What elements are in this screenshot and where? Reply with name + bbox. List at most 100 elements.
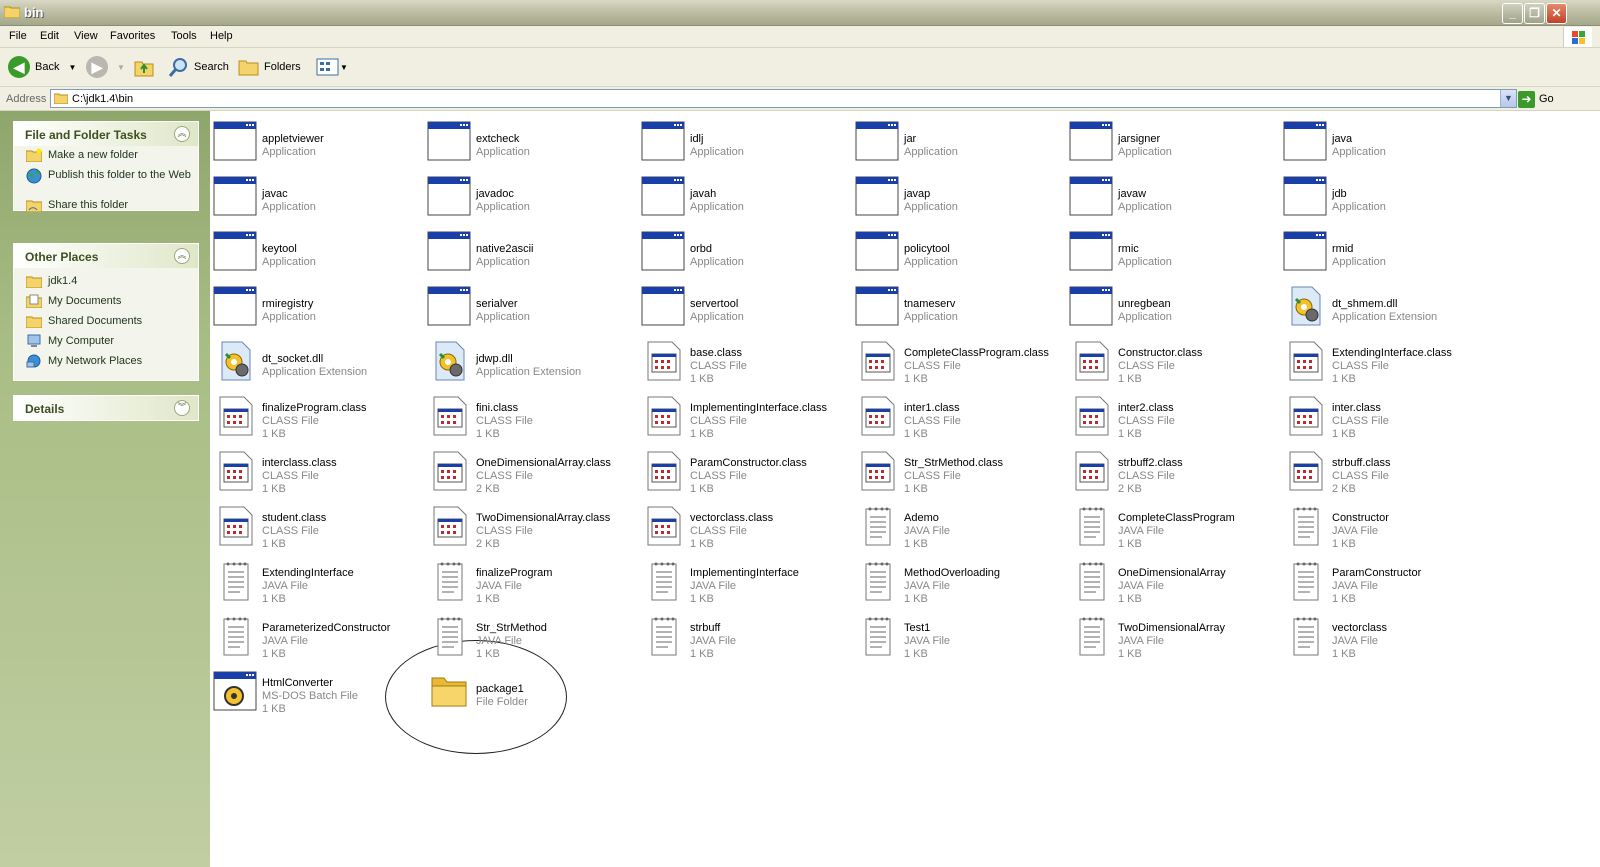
file-item[interactable]: strbuff.class CLASS File 2 KB [1280, 444, 1490, 496]
forward-button[interactable]: ▶ ▼ [86, 56, 125, 78]
menu-view[interactable]: View [74, 30, 98, 42]
file-item[interactable]: native2ascii Application [424, 224, 634, 276]
file-item[interactable]: ParamConstructor JAVA File 1 KB [1280, 554, 1490, 606]
file-item[interactable]: jarsigner Application [1066, 114, 1276, 166]
file-item[interactable]: CompleteClassProgram JAVA File 1 KB [1066, 499, 1276, 551]
file-item[interactable]: Test1 JAVA File 1 KB [852, 609, 1062, 661]
address-dropdown-button[interactable]: ▼ [1500, 90, 1516, 107]
file-item[interactable]: tnameserv Application [852, 279, 1062, 331]
menu-tools[interactable]: Tools [171, 30, 197, 42]
file-item[interactable]: Constructor.class CLASS File 1 KB [1066, 334, 1276, 386]
file-item[interactable]: jdwp.dll Application Extension [424, 334, 634, 386]
file-item[interactable]: jdb Application [1280, 169, 1490, 221]
file-item[interactable]: ExtendingInterface JAVA File 1 KB [210, 554, 420, 606]
file-item[interactable]: unregbean Application [1066, 279, 1276, 331]
place-my-documents[interactable]: My Documents [14, 292, 198, 312]
file-item[interactable]: orbd Application [638, 224, 848, 276]
file-item[interactable]: TwoDimensionalArray JAVA File 1 KB [1066, 609, 1276, 661]
maximize-button[interactable]: ❐ [1524, 3, 1545, 24]
file-item[interactable]: rmiregistry Application [210, 279, 420, 331]
file-item[interactable]: javah Application [638, 169, 848, 221]
file-item[interactable]: keytool Application [210, 224, 420, 276]
go-button[interactable]: ➜ Go [1518, 90, 1568, 108]
file-item[interactable]: strbuff JAVA File 1 KB [638, 609, 848, 661]
menu-favorites[interactable]: Favorites [110, 30, 155, 42]
file-item[interactable]: inter.class CLASS File 1 KB [1280, 389, 1490, 441]
file-item[interactable]: java Application [1280, 114, 1490, 166]
folder-item[interactable]: package1 File Folder [424, 664, 634, 716]
place-jdk14[interactable]: jdk1.4 [14, 272, 198, 292]
place-my-computer[interactable]: My Computer [14, 332, 198, 352]
file-size: 1 KB [904, 648, 928, 660]
file-item[interactable]: ImplementingInterface JAVA File 1 KB [638, 554, 848, 606]
file-item[interactable]: TwoDimensionalArray.class CLASS File 2 KB [424, 499, 634, 551]
file-type: Application [476, 311, 530, 323]
file-item[interactable]: servertool Application [638, 279, 848, 331]
file-item[interactable]: policytool Application [852, 224, 1062, 276]
up-folder-button[interactable] [134, 56, 154, 78]
task-make-new-folder[interactable]: Make a new folder [14, 146, 198, 166]
file-item[interactable]: Ademo JAVA File 1 KB [852, 499, 1062, 551]
file-item[interactable]: finalizeProgram.class CLASS File 1 KB [210, 389, 420, 441]
menu-file[interactable]: File [9, 30, 27, 42]
file-item[interactable]: dt_shmem.dll Application Extension [1280, 279, 1490, 331]
collapse-chevron-icon[interactable]: ︽ [174, 248, 190, 264]
task-publish-web[interactable]: Publish this folder to the Web [14, 166, 198, 196]
minimize-button[interactable]: _ [1502, 3, 1523, 24]
file-item[interactable]: fini.class CLASS File 1 KB [424, 389, 634, 441]
back-button[interactable]: ◀ Back ▼ [8, 56, 76, 78]
file-item[interactable]: Constructor JAVA File 1 KB [1280, 499, 1490, 551]
file-item[interactable]: serialver Application [424, 279, 634, 331]
file-item[interactable]: ParamConstructor.class CLASS File 1 KB [638, 444, 848, 496]
address-input[interactable]: C:\jdk1.4\bin ▼ [50, 89, 1517, 108]
task-share-folder[interactable]: Share this folder [14, 196, 198, 216]
panel-header[interactable]: Other Places ︽ [14, 244, 198, 268]
file-size: 1 KB [690, 373, 714, 385]
file-item[interactable]: CompleteClassProgram.class CLASS File 1 KB [852, 334, 1062, 386]
file-item[interactable]: rmid Application [1280, 224, 1490, 276]
file-item[interactable]: MethodOverloading JAVA File 1 KB [852, 554, 1062, 606]
file-item[interactable]: jar Application [852, 114, 1062, 166]
java-file-icon [212, 560, 258, 602]
folder-icon [26, 276, 42, 288]
file-item[interactable]: appletviewer Application [210, 114, 420, 166]
file-item[interactable]: ParameterizedConstructor JAVA File 1 KB [210, 609, 420, 661]
file-item[interactable]: javap Application [852, 169, 1062, 221]
menu-edit[interactable]: Edit [40, 30, 59, 42]
file-item[interactable]: javaw Application [1066, 169, 1276, 221]
java-file-icon [854, 615, 900, 657]
file-item[interactable]: OneDimensionalArray.class CLASS File 2 KB [424, 444, 634, 496]
views-button[interactable]: ▼ [316, 56, 348, 78]
file-item[interactable]: HtmlConverter MS-DOS Batch File 1 KB [210, 664, 420, 716]
file-item[interactable]: extcheck Application [424, 114, 634, 166]
file-item[interactable]: Str_StrMethod JAVA File 1 KB [424, 609, 634, 661]
expand-chevron-icon[interactable]: ︾ [174, 400, 190, 416]
panel-header[interactable]: File and Folder Tasks ︽ [14, 122, 198, 146]
file-item[interactable]: student.class CLASS File 1 KB [210, 499, 420, 551]
file-item[interactable]: vectorclass JAVA File 1 KB [1280, 609, 1490, 661]
file-item[interactable]: strbuff2.class CLASS File 2 KB [1066, 444, 1276, 496]
file-item[interactable]: finalizeProgram JAVA File 1 KB [424, 554, 634, 606]
file-item[interactable]: javadoc Application [424, 169, 634, 221]
file-item[interactable]: rmic Application [1066, 224, 1276, 276]
file-item[interactable]: base.class CLASS File 1 KB [638, 334, 848, 386]
folders-button[interactable]: Folders [238, 56, 301, 78]
file-item[interactable]: Str_StrMethod.class CLASS File 1 KB [852, 444, 1062, 496]
place-shared-documents[interactable]: Shared Documents [14, 312, 198, 332]
collapse-chevron-icon[interactable]: ︽ [174, 126, 190, 142]
file-item[interactable]: OneDimensionalArray JAVA File 1 KB [1066, 554, 1276, 606]
file-item[interactable]: ImplementingInterface.class CLASS File 1 K… [638, 389, 848, 441]
file-item[interactable]: javac Application [210, 169, 420, 221]
place-my-network-places[interactable]: My Network Places [14, 352, 198, 372]
file-item[interactable]: inter2.class CLASS File 1 KB [1066, 389, 1276, 441]
file-item[interactable]: dt_socket.dll Application Extension [210, 334, 420, 386]
menu-help[interactable]: Help [210, 30, 233, 42]
panel-header[interactable]: Details ︾ [14, 396, 198, 420]
file-item[interactable]: vectorclass.class CLASS File 1 KB [638, 499, 848, 551]
file-item[interactable]: ExtendingInterface.class CLASS File 1 KB [1280, 334, 1490, 386]
close-button[interactable]: ✕ [1546, 3, 1567, 24]
search-button[interactable]: Search [168, 56, 229, 78]
file-item[interactable]: idlj Application [638, 114, 848, 166]
file-item[interactable]: inter1.class CLASS File 1 KB [852, 389, 1062, 441]
file-item[interactable]: interclass.class CLASS File 1 KB [210, 444, 420, 496]
